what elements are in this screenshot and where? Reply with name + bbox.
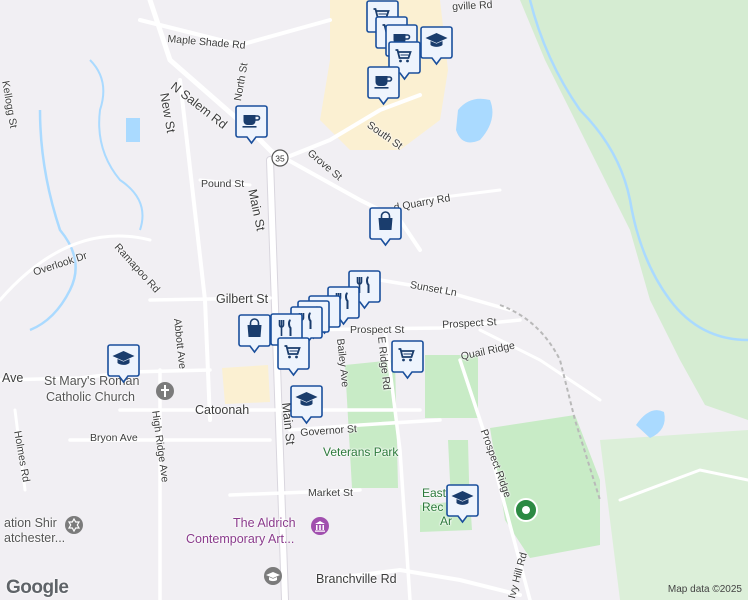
- poi-label-aldrich-2: Contemporary Art...: [186, 532, 295, 546]
- shopping-bag-marker[interactable]: [369, 207, 402, 247]
- school-small-icon[interactable]: [263, 566, 283, 591]
- grocery-marker[interactable]: [391, 340, 424, 380]
- shopping-bag-marker[interactable]: [238, 314, 271, 354]
- commercial-south: [222, 365, 270, 404]
- stream-west: [29, 109, 77, 332]
- cafe-marker[interactable]: [367, 66, 400, 106]
- pond: [456, 98, 493, 143]
- road-label: Catoonah: [195, 403, 250, 417]
- school-marker[interactable]: [107, 344, 140, 384]
- stream-nw: [89, 59, 144, 231]
- road-label: Prospect St: [441, 316, 497, 331]
- road-label: Ave: [2, 371, 24, 385]
- park-label-veterans: Veterans Park: [323, 445, 399, 459]
- grocery-marker[interactable]: [277, 337, 310, 377]
- park-label-east-rec-1: East: [422, 486, 447, 500]
- school-marker[interactable]: [446, 484, 479, 524]
- museum-icon[interactable]: [310, 516, 330, 541]
- church-icon[interactable]: [155, 381, 175, 406]
- school-marker[interactable]: [290, 385, 323, 425]
- route-shield: 35: [271, 149, 289, 167]
- poi-label-ation-1: ation Shir: [4, 516, 57, 530]
- park-label-east-rec-2: Rec: [422, 500, 444, 514]
- route-shield-number: 35: [275, 154, 285, 164]
- road-label: Pound St: [201, 178, 245, 190]
- road-label: Branchville Rd: [316, 572, 397, 586]
- worship-icon[interactable]: [64, 515, 84, 540]
- forest-area: [520, 0, 748, 420]
- google-logo[interactable]: Google: [6, 577, 69, 599]
- pond-small: [126, 118, 140, 142]
- poi-label-aldrich-1: The Aldrich: [233, 516, 296, 530]
- forest-area-se: [600, 430, 748, 600]
- poi-label-ation-2: atchester...: [4, 531, 66, 545]
- road-label: Gilbert St: [216, 292, 269, 306]
- map-attribution[interactable]: Map data ©2025: [668, 584, 742, 595]
- road-label: Prospect St: [350, 324, 405, 336]
- road-label: Bryon Ave: [90, 432, 138, 444]
- park-pin-icon[interactable]: [514, 498, 538, 529]
- pond-se: [636, 410, 665, 438]
- road-label: Market St: [308, 487, 353, 499]
- map-canvas[interactable]: 35 Maple Shade Rd N Salem Rd North St Ne…: [0, 0, 748, 600]
- school-marker[interactable]: [420, 26, 453, 66]
- road-label: gville Rd: [451, 0, 493, 13]
- cafe-marker[interactable]: [235, 105, 268, 145]
- church-label-2: Catholic Church: [46, 390, 135, 404]
